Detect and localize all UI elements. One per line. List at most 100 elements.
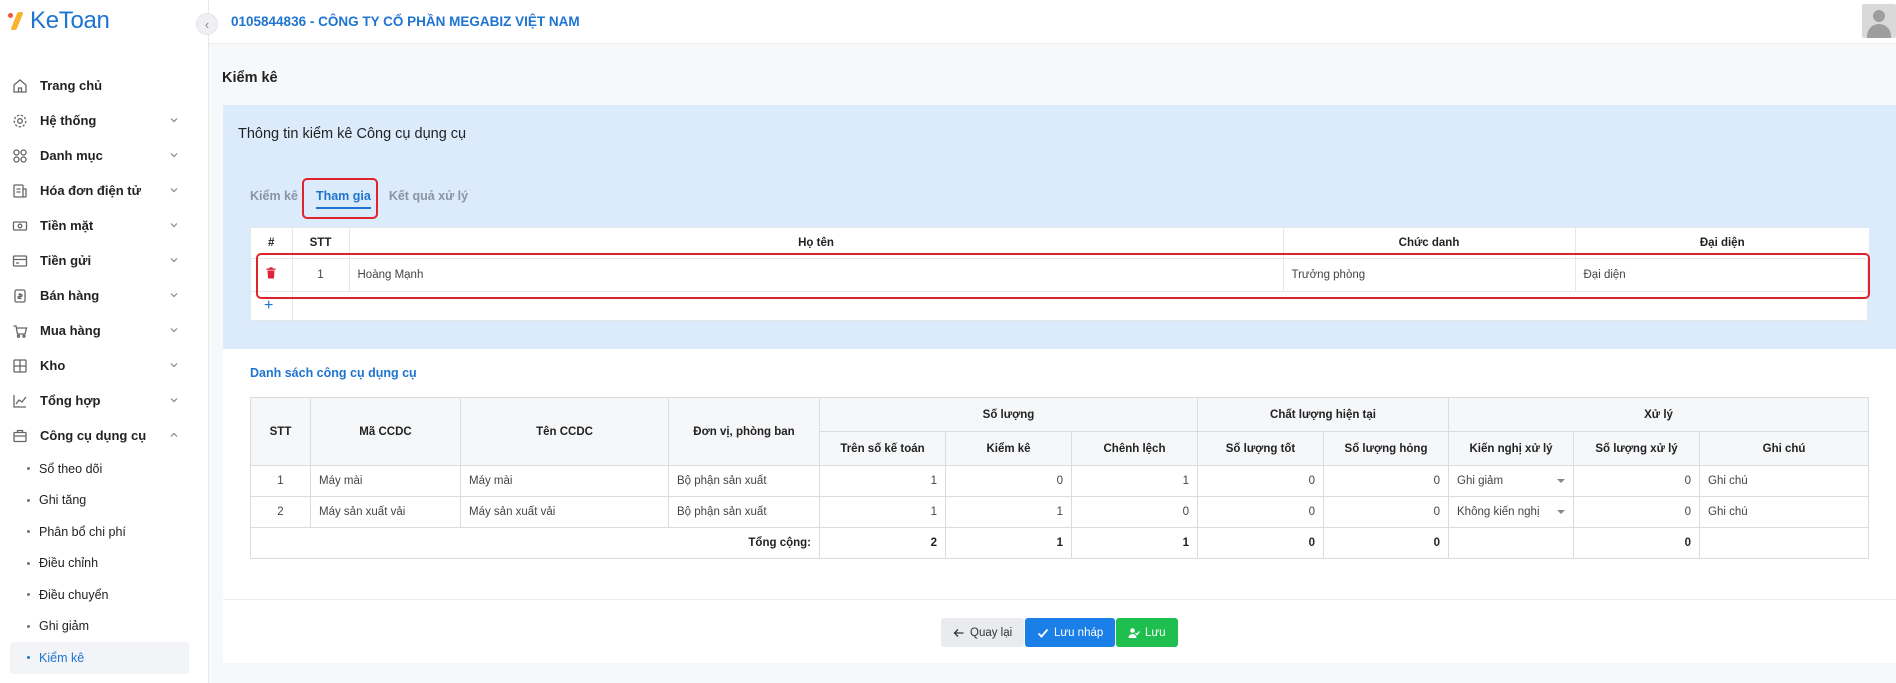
- proposal-select[interactable]: Không kiến nghị: [1448, 496, 1575, 528]
- total-good: 0: [1197, 527, 1324, 559]
- table-header-row: STT Mã CCDC Tên CCDC Đơn vị, phòng ban S…: [250, 397, 1870, 466]
- sidebar-item-home[interactable]: Trang chủ: [0, 68, 209, 103]
- warehouse-icon: [12, 358, 28, 374]
- handled-qty-input[interactable]: 0: [1573, 465, 1701, 497]
- row-highlight-box: [256, 253, 1870, 299]
- section-title: Danh sách công cụ dụng cụ: [250, 366, 417, 380]
- sidebar-subitem-allocation[interactable]: Phân bổ chi phí: [0, 516, 209, 548]
- chart-icon: [12, 393, 28, 409]
- chevron-down-icon: [170, 328, 178, 333]
- cell-book: 1: [819, 496, 946, 528]
- proposal-select[interactable]: Ghi giảm: [1448, 465, 1575, 497]
- company-name: 0105844836 - CÔNG TY CỔ PHẦN MEGABIZ VIỆ…: [231, 14, 580, 29]
- sidebar-item-sales[interactable]: Bán hàng: [0, 278, 209, 313]
- column-group-header: Xử lý: [1448, 397, 1870, 432]
- sidebar-item-deposit[interactable]: Tiền gửi: [0, 243, 209, 278]
- total-handled: 0: [1573, 527, 1701, 559]
- sidebar-subitem-tracking-book[interactable]: Sổ theo dõi: [0, 453, 209, 485]
- sidebar-subitem-decrease[interactable]: Ghi giảm: [0, 611, 209, 643]
- total-counted: 1: [945, 527, 1072, 559]
- cell-code: Máy sản xuất vải: [310, 496, 461, 528]
- column-header: Chênh lệch: [1071, 431, 1198, 466]
- sidebar-subitem-transfer[interactable]: Điều chuyển: [0, 579, 209, 611]
- good-qty-input[interactable]: 0: [1197, 496, 1324, 528]
- column-header: Kiến nghị xử lý: [1448, 431, 1575, 466]
- card-icon: [12, 253, 28, 269]
- bullet-icon: [27, 593, 30, 597]
- sidebar-subitem-increase[interactable]: Ghi tăng: [0, 485, 209, 517]
- sidebar-item-tools[interactable]: Công cụ dụng cụ: [0, 418, 209, 453]
- sale-icon: [12, 288, 28, 304]
- sidebar-collapse-button[interactable]: ‹: [196, 13, 218, 35]
- avatar[interactable]: [1862, 4, 1896, 38]
- sidebar-item-purchase[interactable]: Mua hàng: [0, 313, 209, 348]
- broken-qty-input[interactable]: 0: [1322, 465, 1450, 497]
- sidebar-item-system[interactable]: Hệ thống: [0, 103, 209, 138]
- grid-icon: [12, 148, 28, 164]
- column-group-header: Số lượng: [819, 397, 1198, 432]
- sidebar-item-label: Bán hàng: [40, 288, 100, 303]
- invoice-icon: [12, 183, 28, 199]
- home-icon: [12, 78, 28, 94]
- sidebar-item-label: Danh mục: [40, 148, 103, 163]
- sidebar-item-cash[interactable]: Tiền mặt: [0, 208, 209, 243]
- counted-input[interactable]: 0: [945, 465, 1072, 497]
- cell-dept: Bộ phận sản xuất: [668, 465, 820, 497]
- sidebar-subitem-label: Điều chuyển: [39, 587, 109, 602]
- logo[interactable]: KeToan: [8, 7, 110, 34]
- sidebar-item-warehouse[interactable]: Kho: [0, 348, 209, 383]
- note-input[interactable]: Ghi chú: [1699, 496, 1870, 528]
- bullet-icon: [27, 656, 30, 660]
- bullet-icon: [27, 561, 30, 565]
- cell-book: 1: [819, 465, 946, 497]
- bullet-icon: [27, 498, 30, 502]
- total-book: 2: [819, 527, 946, 559]
- sidebar-item-einvoice[interactable]: Hóa đơn điện tử: [0, 173, 209, 208]
- cell-diff: 0: [1071, 496, 1198, 528]
- proposal-value: Ghi giảm: [1457, 475, 1504, 487]
- cart-icon: [12, 323, 28, 339]
- note-input[interactable]: Ghi chú: [1699, 465, 1870, 497]
- chevron-down-icon: [170, 153, 178, 158]
- sidebar-item-summary[interactable]: Tổng hợp: [0, 383, 209, 418]
- section-title: Thông tin kiểm kê Công cụ dụng cụ: [238, 126, 467, 142]
- tool-list-panel: Danh sách công cụ dụng cụ STT Mã CCDC Tê…: [223, 349, 1896, 599]
- chevron-down-icon: [170, 363, 178, 368]
- cell-stt: 1: [250, 465, 311, 497]
- tab-inventory[interactable]: Kiểm kê: [250, 189, 298, 209]
- sidebar-subitem-inventory[interactable]: Kiểm kê: [10, 642, 189, 674]
- tools-table: STT Mã CCDC Tên CCDC Đơn vị, phòng ban S…: [250, 397, 1870, 559]
- column-header: Trên số kế toán: [819, 431, 946, 466]
- sidebar-item-label: Trang chủ: [40, 78, 103, 93]
- sidebar-subitem-label: Sổ theo dõi: [39, 461, 103, 476]
- sidebar-item-catalog[interactable]: Danh mục: [0, 138, 209, 173]
- column-header: Ghi chú: [1699, 431, 1870, 466]
- back-button[interactable]: Quay lại: [941, 618, 1025, 647]
- form-footer: Quay lại Lưu nháp Lưu: [223, 599, 1896, 663]
- broken-qty-input[interactable]: 0: [1322, 496, 1450, 528]
- tab-result[interactable]: Kết quả xử lý: [389, 189, 468, 209]
- save-draft-button[interactable]: Lưu nháp: [1025, 618, 1116, 647]
- good-qty-input[interactable]: 0: [1197, 465, 1324, 497]
- total-diff: 1: [1071, 527, 1198, 559]
- chevron-down-icon: [170, 258, 178, 263]
- column-header: Số lượng xử lý: [1573, 431, 1701, 466]
- cell-stt: 2: [250, 496, 311, 528]
- sidebar-subitem-adjust[interactable]: Điều chỉnh: [0, 548, 209, 580]
- chevron-down-icon: [170, 223, 178, 228]
- gear-icon: [12, 113, 28, 129]
- sidebar-item-label: Hóa đơn điện tử: [40, 183, 141, 198]
- sidebar: KeToan Trang chủ Hệ thống Danh mục Hóa đ…: [0, 0, 209, 683]
- sidebar-item-label: Tiền gửi: [40, 253, 92, 268]
- save-button[interactable]: Lưu: [1116, 618, 1178, 647]
- chevron-up-icon: [170, 432, 178, 437]
- user-check-icon: [1128, 627, 1140, 638]
- sidebar-item-label: Kho: [40, 358, 66, 373]
- tab-highlight-box: [302, 178, 378, 219]
- column-header: Tên CCDC: [460, 397, 669, 466]
- chevron-down-icon: [170, 118, 178, 123]
- proposal-value: Không kiến nghị: [1457, 506, 1540, 518]
- counted-input[interactable]: 1: [945, 496, 1072, 528]
- handled-qty-input[interactable]: 0: [1573, 496, 1701, 528]
- sidebar-item-label: Công cụ dụng cụ: [40, 428, 147, 443]
